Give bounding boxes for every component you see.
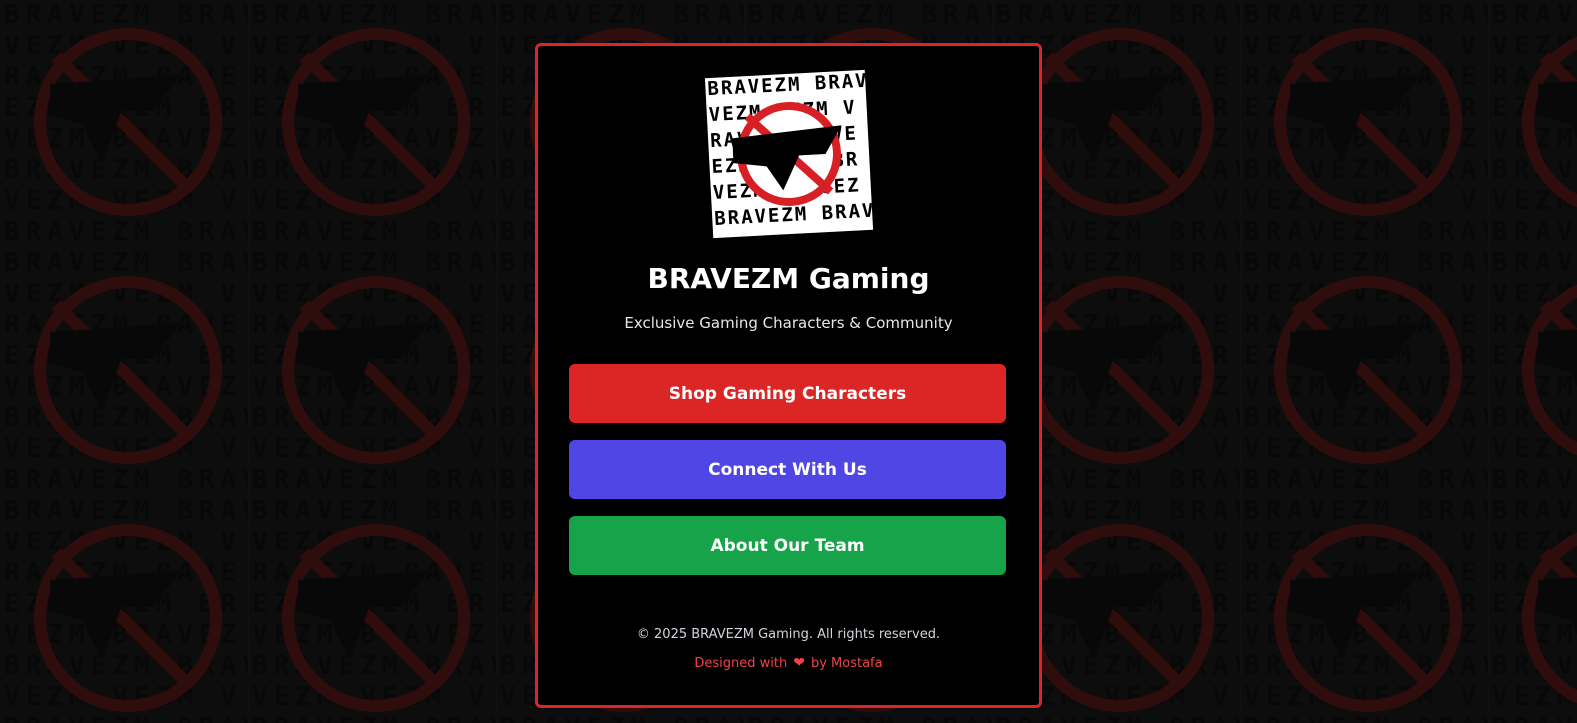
brand-logo: BRAVEZM BRAV VEZM VEZM V RAVEZM RAVE EZM… — [704, 69, 874, 239]
background-logo-tile: BRAVEZM BRAVVEZM VEZM VRAVEZM RAVEEZM VE… — [1488, 248, 1577, 496]
page-title: BRAVEZM Gaming — [647, 262, 930, 295]
designed-by-credit: Designed with ❤ by Mostafa — [538, 655, 1039, 671]
designed-prefix: Designed with — [694, 656, 788, 671]
background-logo-tile: BRAVEZM BRAVVEZM VEZM VRAVEZM RAVEEZM VE… — [1240, 248, 1489, 496]
background-logo-tile: BRAVEZM BRAVVEZM VEZM VRAVEZM RAVEEZM VE… — [1488, 496, 1577, 723]
link-card: BRAVEZM BRAV VEZM VEZM V RAVEZM RAVE EZM… — [535, 43, 1042, 708]
connect-button[interactable]: Connect With Us — [569, 440, 1006, 499]
background-logo-tile: BRAVEZM BRAVVEZM VEZM VRAVEZM RAVEEZM VE… — [248, 496, 497, 723]
about-team-button[interactable]: About Our Team — [569, 516, 1006, 575]
background-logo-tile: BRAVEZM BRAVVEZM VEZM VRAVEZM RAVEEZM VE… — [0, 496, 249, 723]
background-logo-tile: BRAVEZM BRAVVEZM VEZM VRAVEZM RAVEEZM VE… — [248, 248, 497, 496]
heart-icon: ❤ — [793, 655, 805, 671]
page-subtitle: Exclusive Gaming Characters & Community — [624, 314, 953, 332]
shop-characters-button[interactable]: Shop Gaming Characters — [569, 364, 1006, 423]
background-logo-tile: BRAVEZM BRAVVEZM VEZM VRAVEZM RAVEEZM VE… — [248, 0, 497, 248]
background-logo-tile: BRAVEZM BRAVVEZM VEZM VRAVEZM RAVEEZM VE… — [1488, 0, 1577, 248]
designed-suffix: by Mostafa — [810, 656, 883, 671]
background-logo-tile: BRAVEZM BRAVVEZM VEZM VRAVEZM RAVEEZM VE… — [1240, 496, 1489, 723]
copyright-text: © 2025 BRAVEZM Gaming. All rights reserv… — [636, 627, 941, 642]
background-logo-tile: BRAVEZM BRAVVEZM VEZM VRAVEZM RAVEEZM VE… — [1240, 0, 1489, 248]
background-logo-tile: BRAVEZM BRAVVEZM VEZM VRAVEZM RAVEEZM VE… — [0, 0, 249, 248]
background-logo-tile: BRAVEZM BRAVVEZM VEZM VRAVEZM RAVEEZM VE… — [0, 248, 249, 496]
